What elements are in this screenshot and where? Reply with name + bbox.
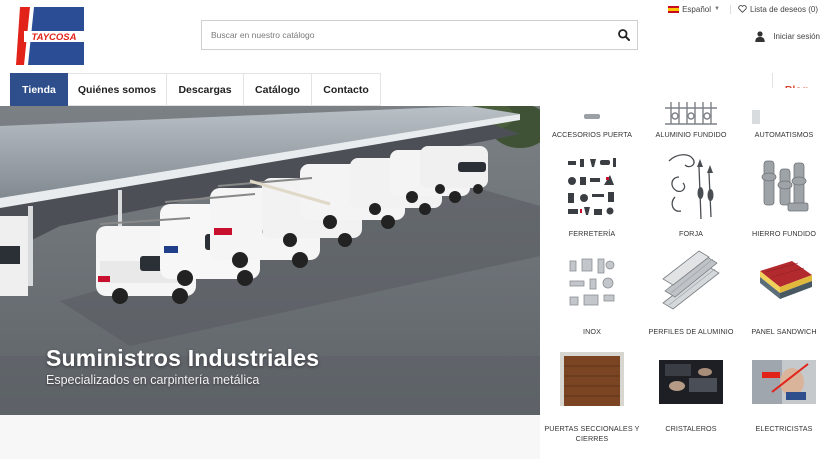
wrought-iron-icon [659,147,723,227]
stainless-steel-icon [560,245,624,325]
login-label: Iniciar sesión [773,32,820,41]
taycosa-logo[interactable]: TAYCOSA [16,7,84,65]
category-label: HIERRO FUNDIDO [751,229,817,238]
search-icon[interactable] [617,28,631,42]
door-accessories-icon [560,88,624,126]
electricians-icon [752,342,816,422]
hero-footer-band [0,415,540,459]
sectional-door-icon [560,342,624,422]
hero-title: Suministros Industriales [46,345,320,371]
cast-aluminum-icon [659,88,723,126]
category-label: FERRETERÍA [568,229,616,238]
user-icon [755,31,766,42]
hardware-tools-icon [560,147,624,227]
cast-iron-icon [752,147,816,227]
wishlist-link[interactable]: Lista de deseos (0) [738,5,818,14]
nav-item-quienes-somos[interactable]: Quiénes somos [68,73,167,106]
main-nav: Tienda Quiénes somos Descargas Catálogo … [10,73,381,106]
category-label: AUTOMATISMOS [754,130,814,139]
category-label: ACCESORIOS PUERTA [551,130,633,139]
category-label: PANEL SANDWICH [751,327,817,336]
spain-flag-icon [668,5,680,13]
category-label-text: PUERTAS SECCIONALES Y CIERRES [544,424,640,443]
nav-item-tienda[interactable]: Tienda [10,73,68,106]
nav-item-catalogo[interactable]: Catálogo [244,73,312,106]
nav-item-descargas[interactable]: Descargas [167,73,244,106]
category-label: INOX [583,327,601,336]
glaziers-icon [659,342,723,422]
category-label: PUERTAS SECCIONALES Y CIERRES [536,424,648,444]
nav-item-contacto[interactable]: Contacto [312,73,381,106]
category-label: ELECTRICISTAS [755,424,813,433]
aluminum-profiles-icon [659,245,723,325]
wishlist-label: Lista de deseos (0) [749,4,818,14]
search-box [201,20,638,50]
login-link[interactable]: Iniciar sesión [755,31,820,42]
top-bar: Español ▼ Lista de deseos (0) [668,3,818,15]
automation-icon [752,88,816,126]
language-label: Español [682,4,711,14]
sandwich-panel-icon [752,245,816,325]
chevron-down-icon: ▼ [714,6,720,12]
search-input[interactable] [202,21,602,49]
hero-subtitle: Especializados en carpintería metálica [46,373,260,387]
language-selector[interactable]: Español ▼ [668,4,731,14]
svg-text:TAYCOSA: TAYCOSA [31,32,76,43]
heart-icon [738,5,747,13]
